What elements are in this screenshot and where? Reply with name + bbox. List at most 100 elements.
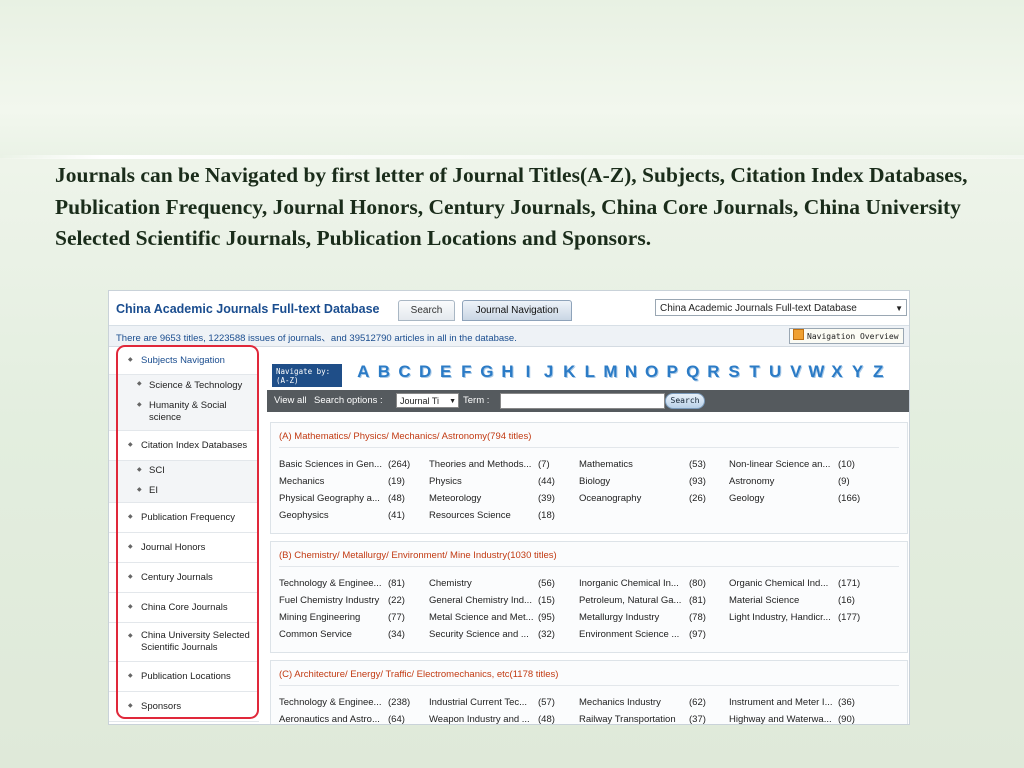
tab-journal-navigation[interactable]: Journal Navigation	[462, 300, 572, 321]
tab-search[interactable]: Search	[398, 300, 455, 321]
letter-link[interactable]: N	[621, 362, 642, 382]
bullet-icon: ◆	[137, 381, 142, 387]
letter-link[interactable]: F	[456, 362, 477, 382]
letter-link[interactable]: C	[394, 362, 415, 382]
subject-name: Railway Transportation	[579, 714, 676, 725]
navigation-overview-button[interactable]: Navigation Overview	[789, 328, 904, 344]
sidebar-item-china-university-selected[interactable]: ◆ China University Selected Scientific J…	[109, 623, 259, 662]
bullet-icon: ◆	[137, 402, 142, 408]
letter-link[interactable]: J	[538, 362, 559, 382]
letter-link[interactable]: D	[415, 362, 436, 382]
subject-count: (41)	[388, 510, 405, 521]
slide-heading: Journals can be Navigated by first lette…	[55, 163, 968, 250]
view-all-link[interactable]: View all	[274, 395, 307, 406]
sidebar-item-citation-index-databases[interactable]: ◆ Citation Index Databases	[109, 431, 259, 461]
letter-link[interactable]: E	[435, 362, 456, 382]
subject-name: Mathematics	[579, 459, 633, 470]
letter-link[interactable]: L	[580, 362, 601, 382]
subject-count: (7)	[538, 459, 550, 470]
subject-name: Inorganic Chemical In...	[579, 578, 679, 589]
subject-count: (56)	[538, 578, 555, 589]
subject-count: (64)	[388, 714, 405, 725]
sidebar-item-science-technology[interactable]: ◆ Science & Technology	[109, 375, 259, 395]
subject-name: Astronomy	[729, 476, 775, 487]
letter-link[interactable]: Q	[683, 362, 704, 382]
letter-link[interactable]: X	[827, 362, 848, 382]
subject-name: Mechanics	[279, 476, 325, 487]
sidebar-item-publication-frequency[interactable]: ◆ Publication Frequency	[109, 503, 259, 533]
category-title[interactable]: (A) Mathematics/ Physics/ Mechanics/ Ast…	[279, 431, 531, 442]
subject-name: Oceanography	[579, 493, 642, 504]
search-field-select[interactable]: Journal Ti ▼	[396, 393, 459, 408]
subject-name: Petroleum, Natural Ga...	[579, 595, 682, 606]
sidebar-item-publication-locations[interactable]: ◆ Publication Locations	[109, 662, 259, 692]
letter-link[interactable]: W	[806, 362, 827, 382]
subject-name: Security Science and ...	[429, 629, 529, 640]
sidebar-item-humanity-social-science[interactable]: ◆ Humanity & Social science	[109, 395, 259, 431]
subject-count: (171)	[838, 578, 861, 589]
sidebar-item-label: EI	[149, 485, 158, 496]
letter-link[interactable]: P	[662, 362, 683, 382]
sidebar-item-sponsors[interactable]: ◆ Sponsors	[109, 692, 259, 722]
letter-link[interactable]: I	[518, 362, 539, 382]
subject-count: (53)	[689, 459, 706, 470]
subject-name: Metallurgy Industry	[579, 612, 660, 623]
subject-count: (80)	[689, 578, 706, 589]
subject-count: (32)	[538, 629, 555, 640]
subject-name: Physics	[429, 476, 462, 487]
category-title[interactable]: (C) Architecture/ Energy/ Traffic/ Elect…	[279, 669, 558, 680]
subject-count: (16)	[838, 595, 855, 606]
sidebar-item-journal-honors[interactable]: ◆ Journal Honors	[109, 533, 259, 563]
subject-name: Instrument and Meter I...	[729, 697, 833, 708]
category-divider	[279, 447, 899, 448]
subject-name: Material Science	[729, 595, 800, 606]
bullet-icon: ◆	[128, 673, 133, 679]
letter-link[interactable]: A	[353, 362, 374, 382]
subject-count: (19)	[388, 476, 405, 487]
dropdown-arrow-icon: ▼	[449, 398, 456, 405]
letter-link[interactable]: Y	[847, 362, 868, 382]
sidebar-item-ei[interactable]: ◆ EI	[109, 481, 259, 503]
subject-name: Mechanics Industry	[579, 697, 661, 708]
subject-name: Light Industry, Handicr...	[729, 612, 831, 623]
subject-name: Basic Sciences in Gen...	[279, 459, 382, 470]
letter-link[interactable]: T	[744, 362, 765, 382]
letter-navigation: ABCDEFGHIJKLMNOPQRSTUVWXYZ	[353, 362, 893, 386]
letter-link[interactable]: M	[600, 362, 621, 382]
subject-count: (81)	[689, 595, 706, 606]
search-field-value: Journal Ti	[400, 396, 440, 406]
subject-count: (62)	[689, 697, 706, 708]
navigate-by-line1: Navigate by:	[276, 367, 331, 376]
database-select[interactable]: China Academic Journals Full-text Databa…	[655, 299, 907, 316]
sidebar-item-label: Century Journals	[141, 572, 213, 583]
sidebar-item-label: Sponsors	[141, 701, 182, 712]
letter-link[interactable]: R	[703, 362, 724, 382]
subject-name: Mining Engineering	[279, 612, 361, 623]
sidebar-item-label: Journal Honors	[141, 542, 206, 553]
letter-link[interactable]: O	[641, 362, 662, 382]
sidebar-item-sci[interactable]: ◆ SCI	[109, 461, 259, 481]
sidebar-item-china-core-journals[interactable]: ◆ China Core Journals	[109, 593, 259, 623]
dropdown-arrow-icon: ▼	[895, 304, 903, 313]
bullet-icon: ◆	[128, 442, 133, 448]
letter-link[interactable]: H	[497, 362, 518, 382]
term-input[interactable]	[500, 393, 665, 409]
letter-link[interactable]: B	[374, 362, 395, 382]
letter-link[interactable]: S	[724, 362, 745, 382]
letter-link[interactable]: U	[765, 362, 786, 382]
sidebar-item-label: Citation Index Databases	[141, 440, 248, 451]
category-block: (B) Chemistry/ Metallurgy/ Environment/ …	[270, 541, 908, 653]
subject-name: Highway and Waterwa...	[729, 714, 832, 725]
sidebar-item-century-journals[interactable]: ◆ Century Journals	[109, 563, 259, 593]
letter-link[interactable]: Z	[868, 362, 889, 382]
subject-count: (34)	[388, 629, 405, 640]
letter-link[interactable]: V	[785, 362, 806, 382]
letter-link[interactable]: K	[559, 362, 580, 382]
search-button[interactable]: Search	[665, 393, 705, 409]
category-title[interactable]: (B) Chemistry/ Metallurgy/ Environment/ …	[279, 550, 557, 561]
subject-count: (15)	[538, 595, 555, 606]
letter-link[interactable]: G	[477, 362, 498, 382]
sidebar-item-subjects-navigation[interactable]: ◆ Subjects Navigation	[109, 348, 259, 375]
subject-name: Technology & Enginee...	[279, 578, 382, 589]
subject-name: Weapon Industry and ...	[429, 714, 530, 725]
